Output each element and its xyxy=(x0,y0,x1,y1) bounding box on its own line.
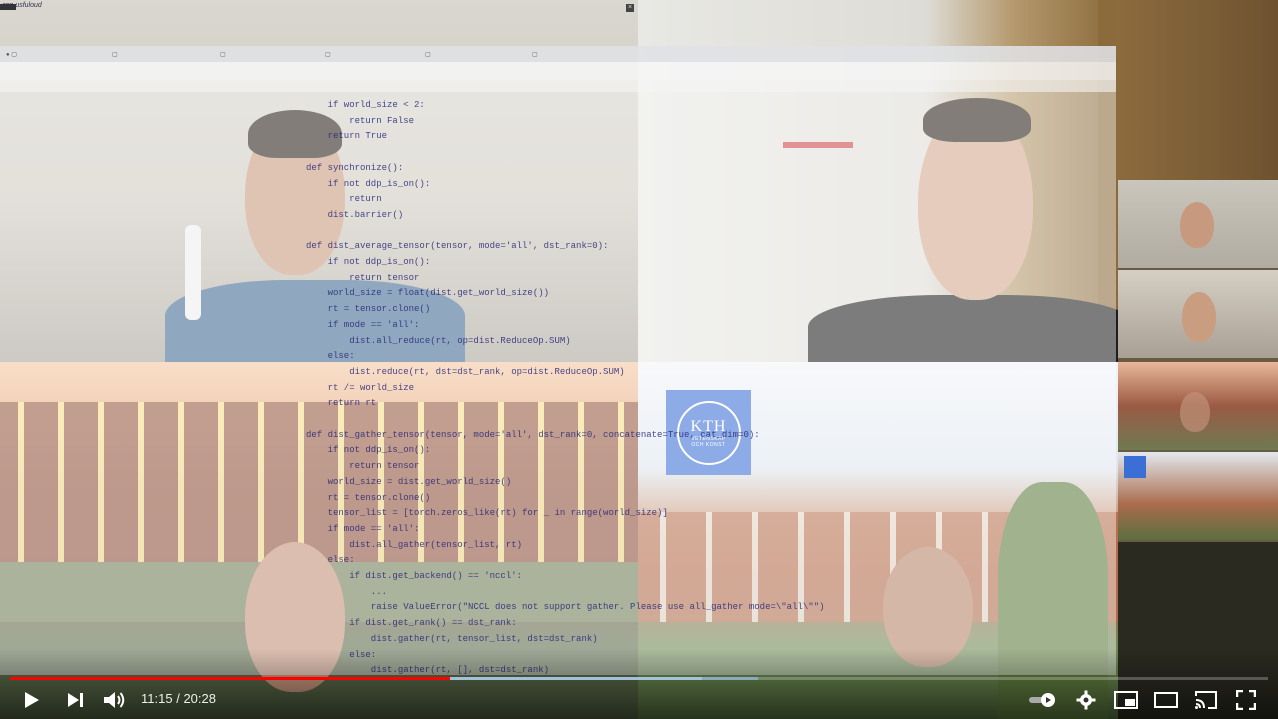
code-line: tensor_list = [torch.zeros_like(rt) for … xyxy=(306,508,668,519)
browser-tab[interactable]: ▢ xyxy=(325,49,425,61)
code-line: if not ddp_is_on(): xyxy=(306,257,431,267)
code-line: raise ValueError("NCCL does not support … xyxy=(306,602,825,613)
close-icon[interactable]: × xyxy=(626,4,634,12)
code-line: dist.barrier() xyxy=(306,209,404,220)
volume-button[interactable] xyxy=(100,686,130,714)
code-line: return True xyxy=(306,131,388,142)
code-line: else: xyxy=(306,351,355,362)
code-line: ... xyxy=(306,586,388,597)
time-display: 11:15 / 20:28 xyxy=(141,691,216,706)
time-separator: / xyxy=(176,691,180,706)
code-line: if not ddp_is_on(): xyxy=(306,178,431,189)
cast-icon xyxy=(1195,691,1217,709)
play-icon xyxy=(25,692,39,708)
next-button[interactable] xyxy=(62,686,90,714)
code-line: def dist_gather_tensor(tensor, mode='all… xyxy=(306,429,760,440)
code-line: dist.all_reduce(rt, op=dist.ReduceOp.SUM… xyxy=(306,335,571,346)
browser-address-bar[interactable] xyxy=(0,62,1116,80)
next-icon xyxy=(68,693,83,707)
browser-tab[interactable]: ● ▢ xyxy=(6,49,106,61)
theater-mode-icon xyxy=(1154,692,1178,708)
code-line: if dist.get_backend() == 'nccl': xyxy=(306,571,523,581)
code-line: return rt xyxy=(306,398,377,409)
code-line: if not ddp_is_on(): xyxy=(306,445,431,456)
code-line: return tensor xyxy=(306,272,420,283)
code-line: rt = tensor.clone() xyxy=(306,492,431,503)
fullscreen-icon xyxy=(1236,690,1256,710)
code-line: if world_size < 2: xyxy=(306,100,425,110)
browser-tab[interactable]: ▢ xyxy=(220,49,320,61)
code-line: def synchronize(): xyxy=(306,162,404,173)
screen-share-overlay: ● ▢ ▢ ▢ ▢ ▢ ▢ if world_size < 2: return … xyxy=(0,46,1116,675)
code-line: if mode == 'all': xyxy=(306,319,420,330)
miniplayer-icon xyxy=(1114,691,1138,709)
time-current: 11:15 xyxy=(141,691,173,706)
theater-mode-button[interactable] xyxy=(1152,686,1180,714)
thumbnail-head xyxy=(1182,292,1216,342)
code-line: return xyxy=(306,194,382,205)
thumbnail-participant-2 xyxy=(1118,270,1278,358)
code-line: rt = tensor.clone() xyxy=(306,304,431,315)
gear-icon xyxy=(1076,690,1096,710)
autoplay-toggle-icon xyxy=(1029,693,1055,707)
thumbnail-head xyxy=(1180,392,1210,432)
thumbnail-participant-1 xyxy=(1118,180,1278,268)
code-line: dist.all_gather(tensor_list, rt) xyxy=(306,539,523,550)
volume-icon xyxy=(104,692,125,708)
progress-played xyxy=(10,677,451,680)
code-line: dist.gather(rt, tensor_list, dst=dst_ran… xyxy=(306,633,598,644)
bookmarks-bar xyxy=(0,80,1116,92)
settings-button[interactable] xyxy=(1072,686,1100,714)
video-player[interactable]: KTH VETENSKAP OCH KONST ● ▢ ▢ ▢ ▢ ▢ ▢ if… xyxy=(0,0,1278,719)
time-total: 20:28 xyxy=(183,691,216,706)
participant-thumbnail-strip xyxy=(1118,180,1278,542)
thumbnail-participant-3 xyxy=(1118,362,1278,450)
thumbnail-head xyxy=(1180,202,1214,248)
code-line: else: xyxy=(306,555,355,566)
play-button[interactable] xyxy=(18,686,46,714)
code-line: def dist_average_tensor(tensor, mode='al… xyxy=(306,241,609,252)
code-line: world_size = dist.get_world_size() xyxy=(306,476,512,487)
cast-button[interactable] xyxy=(1192,686,1220,714)
progress-bar[interactable] xyxy=(10,677,1268,680)
browser-tab-bar: ● ▢ ▢ ▢ ▢ ▢ ▢ xyxy=(0,46,1116,62)
code-line: if dist.get_rank() == dst_rank: xyxy=(306,618,517,629)
miniplayer-button[interactable] xyxy=(1112,686,1140,714)
code-line: dist.reduce(rt, dst=dst_rank, op=dist.Re… xyxy=(306,366,625,377)
code-line: return tensor xyxy=(306,461,420,472)
code-line: world_size = float(dist.get_world_size()… xyxy=(306,288,550,299)
autoplay-toggle[interactable] xyxy=(1026,686,1058,714)
browser-tab[interactable]: ▢ xyxy=(532,49,632,61)
fullscreen-button[interactable] xyxy=(1232,686,1260,714)
right-background-door xyxy=(1118,0,1278,180)
code-line: return False xyxy=(306,115,415,126)
code-line: if mode == 'all': xyxy=(306,523,420,534)
code-line: rt /= world_size xyxy=(306,382,415,393)
browser-tab[interactable]: ▢ xyxy=(112,49,212,61)
kth-logo-thumbnail xyxy=(1124,456,1146,478)
browser-tab[interactable]: ▢ xyxy=(425,49,525,61)
corner-handwritten-note: ʙnp usfuloud xyxy=(2,2,42,9)
